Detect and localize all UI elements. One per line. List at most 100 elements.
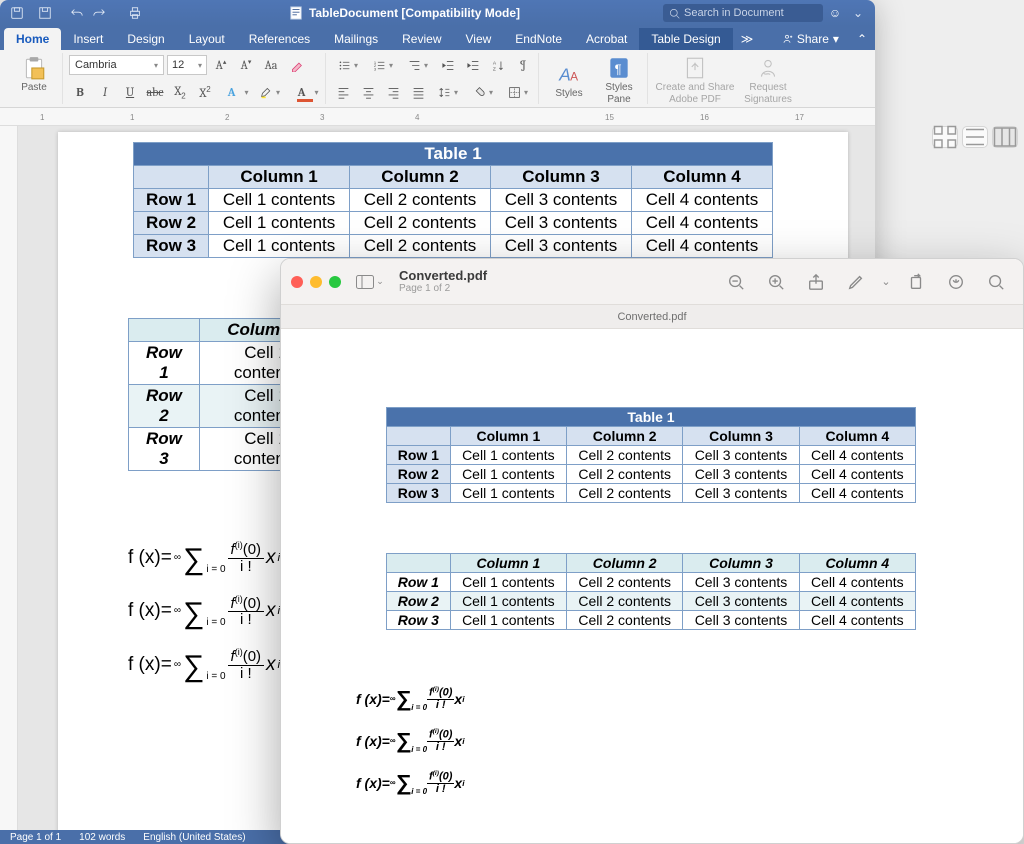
zoom-button[interactable] — [329, 276, 341, 288]
undo-icon[interactable] — [66, 2, 88, 24]
word-ruler-h[interactable]: 11234151617 — [0, 108, 875, 126]
status-words[interactable]: 102 words — [79, 832, 125, 843]
tab-acrobat[interactable]: Acrobat — [574, 28, 639, 50]
tab-view[interactable]: View — [454, 28, 504, 50]
grid-view-icon[interactable] — [932, 126, 958, 148]
save-icon[interactable] — [34, 2, 56, 24]
window-controls — [291, 276, 341, 288]
multilevel-list-icon[interactable] — [402, 55, 434, 75]
collapse-ribbon-icon[interactable]: ⌃ — [849, 28, 875, 50]
sort-icon[interactable]: AZ — [487, 55, 509, 75]
font-color-icon[interactable]: A — [289, 82, 321, 102]
tab-home[interactable]: Home — [4, 28, 61, 50]
table-row: Row 1 — [134, 189, 209, 212]
autosave-icon[interactable] — [6, 2, 28, 24]
request-signatures-button[interactable]: Request Signatures — [738, 55, 798, 105]
preview-subtitle: Page 1 of 2 — [399, 283, 487, 294]
feedback-icon[interactable]: ☺ — [823, 6, 847, 20]
tab-mailings[interactable]: Mailings — [322, 28, 390, 50]
tab-references[interactable]: References — [237, 28, 322, 50]
highlight-icon[interactable] — [939, 268, 973, 296]
underline-button[interactable]: U — [119, 82, 141, 102]
word-title: TableDocument [Compatibility Mode] — [309, 6, 520, 20]
column-view-icon[interactable] — [992, 126, 1018, 148]
bold-button[interactable]: B — [69, 82, 91, 102]
word-ruler-v[interactable] — [0, 126, 18, 830]
svg-text:3: 3 — [374, 66, 377, 71]
tab-more-icon[interactable]: ≫ — [733, 28, 762, 50]
borders-icon[interactable] — [502, 82, 534, 102]
search-icon[interactable] — [979, 268, 1013, 296]
line-spacing-icon[interactable] — [432, 82, 464, 102]
superscript-button[interactable]: X2 — [194, 82, 216, 102]
tab-table-design[interactable]: Table Design — [639, 28, 732, 50]
svg-text:Z: Z — [492, 66, 495, 72]
redo-icon[interactable] — [88, 2, 110, 24]
font-name-select[interactable]: Cambria — [69, 55, 164, 75]
shading-icon[interactable] — [467, 82, 499, 102]
word-ribbon-tabs: Home Insert Design Layout References Mai… — [0, 26, 875, 50]
chevron-down-icon[interactable]: ⌄ — [847, 2, 869, 24]
share-icon[interactable] — [799, 268, 833, 296]
tab-design[interactable]: Design — [115, 28, 176, 50]
zoom-out-icon[interactable] — [719, 268, 753, 296]
italic-button[interactable]: I — [94, 82, 116, 102]
create-share-pdf-button[interactable]: Create and Share Adobe PDF — [654, 55, 736, 105]
pdf-formula: f (x)=∞∑i = 0f(i)(0)i !xi — [356, 686, 946, 712]
decrease-font-icon[interactable]: A▾ — [235, 55, 257, 75]
styles-button[interactable]: AA Styles — [545, 55, 593, 105]
preview-canvas[interactable]: Table 1 Column 1Column 2Column 3Column 4… — [281, 329, 1023, 843]
strikethrough-button[interactable]: abc — [144, 82, 166, 102]
pdf-formula: f (x)=∞∑i = 0f(i)(0)i !xi — [356, 728, 946, 754]
rotate-icon[interactable] — [899, 268, 933, 296]
align-right-icon[interactable] — [382, 82, 404, 102]
share-button[interactable]: Share ▾ — [771, 28, 849, 50]
numbering-icon[interactable]: 123 — [367, 55, 399, 75]
table-row: Row 3 — [134, 235, 209, 258]
chevron-down-icon[interactable]: ⌄ — [879, 268, 893, 296]
status-lang[interactable]: English (United States) — [143, 832, 245, 843]
text-effects-icon[interactable]: A — [219, 82, 251, 102]
tab-layout[interactable]: Layout — [177, 28, 237, 50]
close-button[interactable] — [291, 276, 303, 288]
show-marks-icon[interactable]: ¶ — [512, 55, 534, 75]
align-center-icon[interactable] — [357, 82, 379, 102]
svg-text:4: 4 — [415, 113, 420, 122]
sidebar-toggle-icon[interactable]: ⌄ — [355, 269, 385, 295]
decrease-indent-icon[interactable] — [437, 55, 459, 75]
increase-indent-icon[interactable] — [462, 55, 484, 75]
increase-font-icon[interactable]: A▴ — [210, 55, 232, 75]
markup-icon[interactable] — [839, 268, 873, 296]
word-titlebar: TableDocument [Compatibility Mode] Searc… — [0, 0, 875, 26]
bullets-icon[interactable] — [332, 55, 364, 75]
doc-table-1[interactable]: Table 1 Column 1 Column 2 Column 3 Colum… — [133, 142, 773, 258]
styles-pane-button[interactable]: ¶ Styles Pane — [595, 55, 643, 105]
search-input[interactable]: Search in Document — [663, 4, 823, 22]
tab-review[interactable]: Review — [390, 28, 453, 50]
preview-titlebar: ⌄ Converted.pdf Page 1 of 2 ⌄ — [281, 259, 1023, 305]
clear-formatting-icon[interactable] — [285, 55, 307, 75]
zoom-in-icon[interactable] — [759, 268, 793, 296]
share-icon — [781, 33, 793, 45]
highlight-icon[interactable] — [254, 82, 286, 102]
subscript-button[interactable]: X2 — [169, 82, 191, 102]
print-icon[interactable] — [124, 2, 146, 24]
preview-window: ⌄ Converted.pdf Page 1 of 2 ⌄ Converted.… — [280, 258, 1024, 844]
svg-text:15: 15 — [605, 113, 614, 122]
paste-button[interactable]: Paste — [10, 55, 58, 93]
list-view-icon[interactable] — [962, 126, 988, 148]
preview-tab[interactable]: Converted.pdf — [281, 305, 1023, 329]
minimize-button[interactable] — [310, 276, 322, 288]
pdf-formula: f (x)=∞∑i = 0f(i)(0)i !xi — [356, 770, 946, 796]
status-page[interactable]: Page 1 of 1 — [10, 832, 61, 843]
tab-insert[interactable]: Insert — [61, 28, 115, 50]
table-row: Row 2 — [134, 212, 209, 235]
font-size-select[interactable]: 12 — [167, 55, 207, 75]
table1-title: Table 1 — [134, 143, 773, 166]
tab-endnote[interactable]: EndNote — [503, 28, 574, 50]
svg-text:3: 3 — [320, 113, 325, 122]
svg-text:17: 17 — [795, 113, 804, 122]
align-left-icon[interactable] — [332, 82, 354, 102]
justify-icon[interactable] — [407, 82, 429, 102]
change-case-icon[interactable]: Aa — [260, 55, 282, 75]
